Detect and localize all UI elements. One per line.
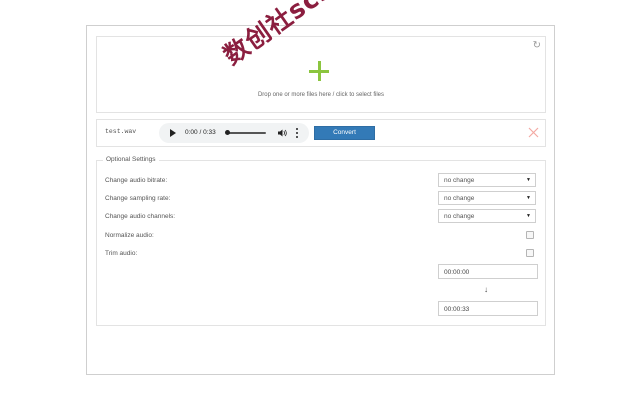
trim-end-input[interactable]: 00:00:33 <box>438 301 538 316</box>
volume-icon[interactable] <box>277 128 287 138</box>
settings-title: Optional Settings <box>103 156 159 163</box>
seek-bar[interactable] <box>226 132 266 134</box>
chevron-down-icon: ▼ <box>526 213 531 219</box>
sampling-rate-label: Change sampling rate: <box>105 195 171 202</box>
bitrate-select[interactable]: no change ▼ <box>438 173 536 187</box>
channels-select[interactable]: no change ▼ <box>438 209 536 223</box>
trim-label: Trim audio: <box>105 250 138 257</box>
play-icon[interactable] <box>170 129 176 137</box>
chevron-down-icon: ▼ <box>526 177 531 183</box>
bitrate-label: Change audio bitrate: <box>105 177 168 184</box>
normalize-checkbox[interactable] <box>526 231 534 239</box>
optional-settings-panel: Change audio bitrate: no change ▼ Change… <box>96 160 546 326</box>
convert-button[interactable]: Convert <box>314 126 375 140</box>
player-time: 0:00 / 0:33 <box>185 129 216 136</box>
remove-file-icon[interactable] <box>528 127 539 138</box>
dropzone-hint: Drop one or more files here / click to s… <box>257 92 385 98</box>
file-name: test.wav <box>105 128 137 135</box>
audio-player[interactable]: 0:00 / 0:33 <box>159 123 309 143</box>
sampling-rate-select[interactable]: no change ▼ <box>438 191 536 205</box>
trim-checkbox[interactable] <box>526 249 534 257</box>
file-row: test.wav 0:00 / 0:33 Convert <box>96 119 546 147</box>
refresh-icon[interactable]: ↻ <box>533 40 541 51</box>
normalize-label: Normalize audio: <box>105 232 154 239</box>
add-file-plus-icon[interactable] <box>309 61 329 81</box>
seek-knob[interactable] <box>225 130 230 135</box>
arrow-down-icon: ↓ <box>484 285 488 294</box>
trim-start-input[interactable]: 00:00:00 <box>438 264 538 279</box>
channels-label: Change audio channels: <box>105 213 176 220</box>
file-dropzone[interactable]: ↻ Drop one or more files here / click to… <box>96 36 546 113</box>
chevron-down-icon: ▼ <box>526 195 531 201</box>
more-options-icon[interactable] <box>296 128 299 138</box>
